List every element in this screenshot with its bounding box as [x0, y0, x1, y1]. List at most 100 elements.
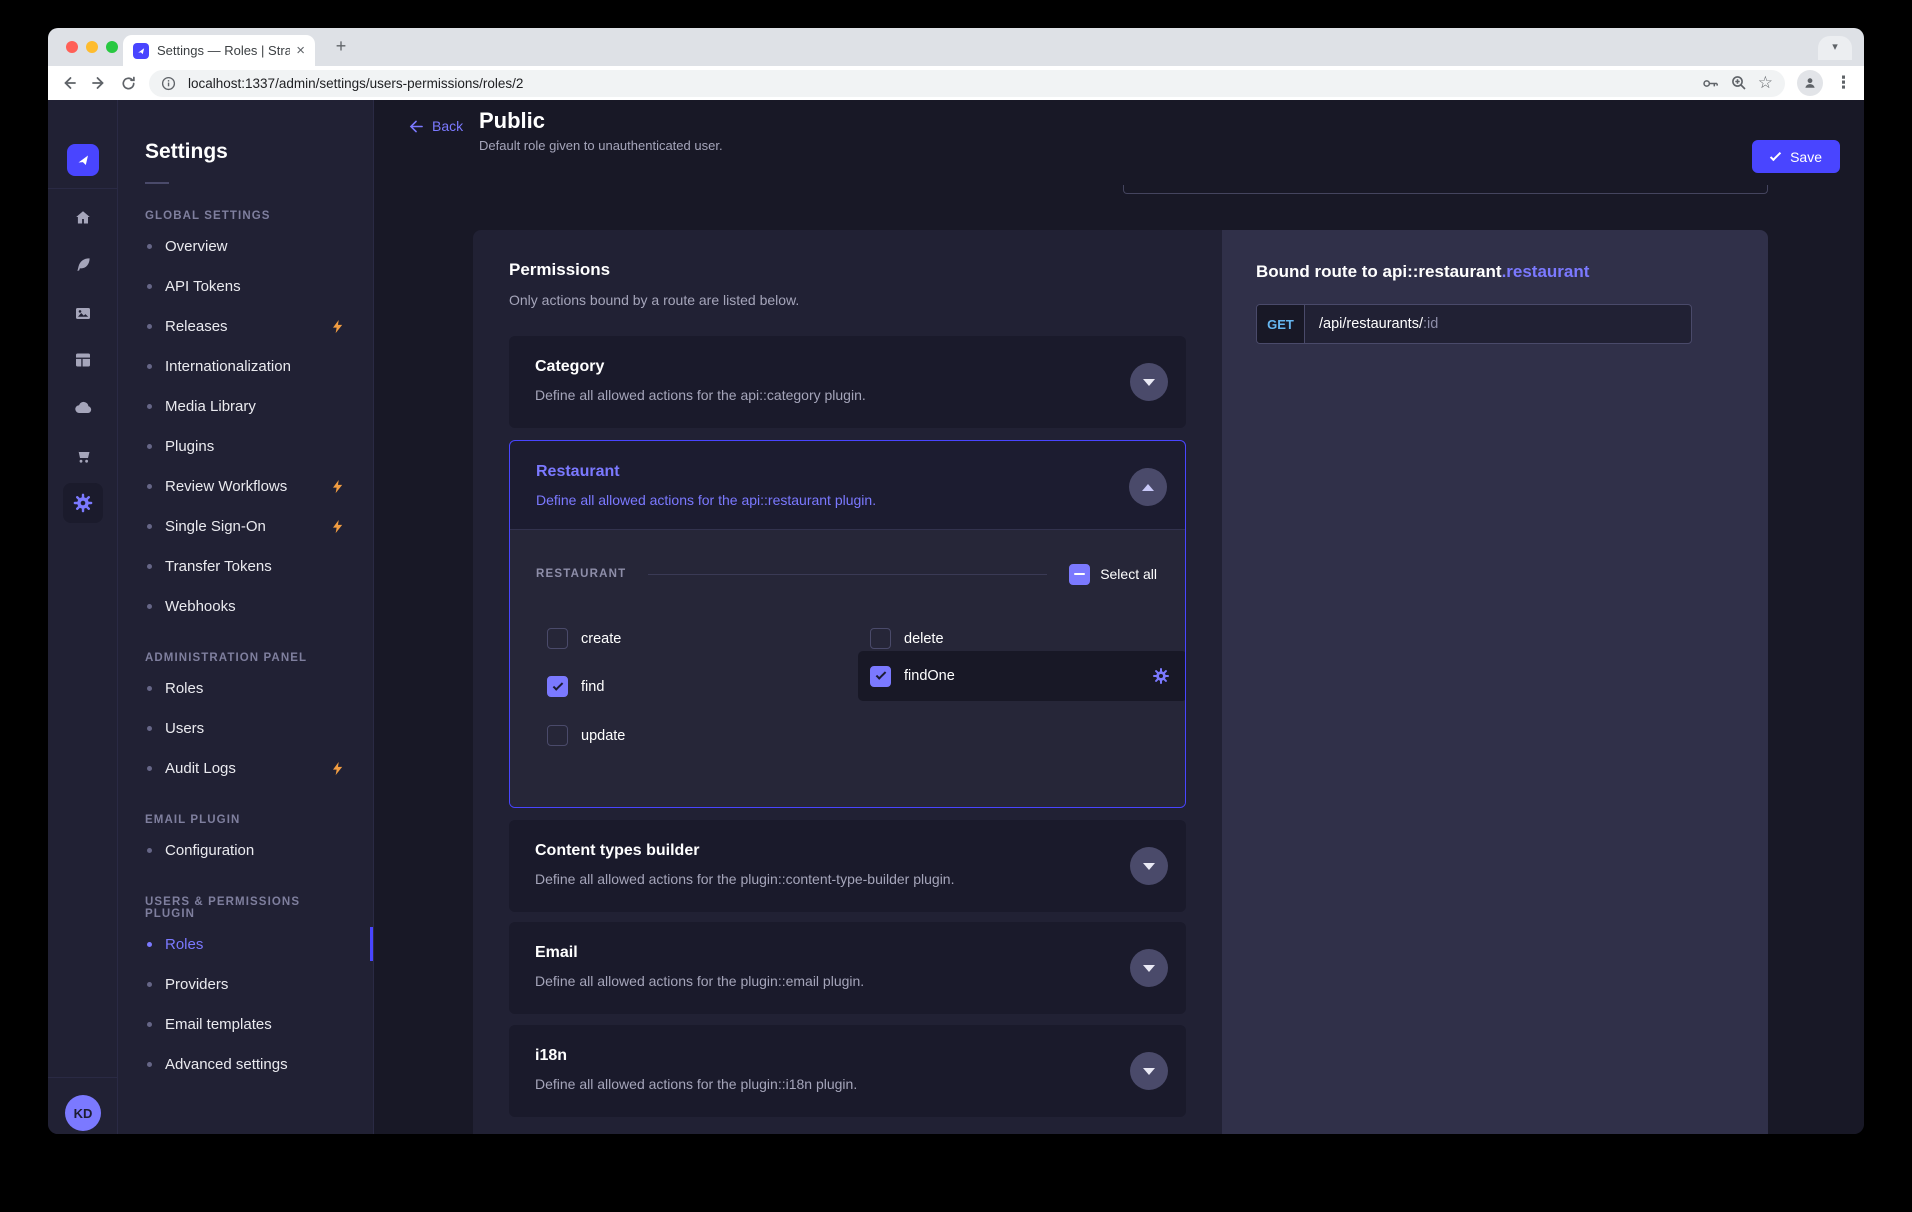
browser-menu-kebab-icon[interactable]: ⋮: [1835, 73, 1852, 93]
new-tab-button[interactable]: +: [328, 34, 354, 60]
rail-divider: [48, 188, 117, 189]
sidebar-item-internationalization[interactable]: Internationalization: [145, 346, 349, 386]
bullet-icon: [147, 244, 152, 249]
bound-route-title: Bound route to api::restaurant.restauran…: [1256, 262, 1734, 282]
advanced-settings-cog-icon[interactable]: [1151, 666, 1171, 686]
section-label-email-plugin: EMAIL PLUGIN: [145, 814, 349, 826]
sidebar-item-api-tokens[interactable]: API Tokens: [145, 266, 349, 306]
bound-route-panel: Bound route to api::restaurant.restauran…: [1222, 230, 1768, 1134]
permission-row-findone-selected[interactable]: findOne: [858, 651, 1186, 701]
address-bar[interactable]: localhost:1337/admin/settings/users-perm…: [149, 70, 1785, 97]
forward-nav-icon[interactable]: [90, 74, 108, 92]
content-manager-feather-icon[interactable]: [48, 254, 118, 276]
update-checkbox[interactable]: [547, 725, 568, 746]
sidebar-item-audit-logs[interactable]: Audit Logs: [145, 748, 349, 788]
delete-checkbox[interactable]: [870, 628, 891, 649]
expand-toggle-button[interactable]: [1130, 847, 1168, 885]
sidebar-item-configuration[interactable]: Configuration: [145, 830, 349, 870]
bullet-icon: [147, 604, 152, 609]
bullet-icon: [147, 726, 152, 731]
findone-checkbox[interactable]: [870, 666, 891, 687]
expand-toggle-button[interactable]: [1130, 1052, 1168, 1090]
sidebar-item-users[interactable]: Users: [145, 708, 349, 748]
sidebar-item-releases[interactable]: Releases: [145, 306, 349, 346]
accordion-email[interactable]: Email Define all allowed actions for the…: [509, 922, 1186, 1014]
page-subtitle: Default role given to unauthenticated us…: [479, 138, 723, 153]
media-library-icon[interactable]: [48, 302, 118, 324]
home-icon[interactable]: [48, 207, 118, 229]
user-avatar[interactable]: KD: [65, 1095, 101, 1131]
restaurant-group-row: RESTAURANT Select all: [536, 562, 1157, 586]
expand-toggle-button[interactable]: [1130, 949, 1168, 987]
sidebar-item-single-sign-on[interactable]: Single Sign-On: [145, 506, 349, 546]
chevron-down-icon: [1143, 965, 1155, 972]
reload-icon[interactable]: [120, 75, 137, 92]
accordion-i18n[interactable]: i18n Define all allowed actions for the …: [509, 1025, 1186, 1117]
expand-toggle-button[interactable]: [1130, 363, 1168, 401]
flash-icon: [330, 319, 345, 334]
minimize-window-button[interactable]: [86, 41, 98, 53]
chevron-down-icon: [1143, 1068, 1155, 1075]
browser-tab[interactable]: Settings — Roles | Strapi ×: [123, 35, 315, 66]
section-label-global-settings: GLOBAL SETTINGS: [145, 210, 349, 222]
accordion-category[interactable]: Category Define all allowed actions for …: [509, 336, 1186, 428]
password-key-icon[interactable]: [1701, 74, 1720, 93]
collapse-toggle-button[interactable]: [1129, 468, 1167, 506]
chevron-down-icon: [1143, 863, 1155, 870]
browser-profile-avatar[interactable]: [1797, 70, 1823, 96]
accordion-content-types-builder[interactable]: Content types builder Define all allowed…: [509, 820, 1186, 912]
settings-gear-icon[interactable]: [63, 483, 103, 523]
page-header: Back Public Default role given to unauth…: [374, 100, 1864, 185]
tab-close-icon[interactable]: ×: [296, 42, 305, 59]
create-checkbox[interactable]: [547, 628, 568, 649]
select-all-label[interactable]: Select all: [1100, 566, 1157, 582]
sidebar-item-admin-roles[interactable]: Roles: [145, 668, 349, 708]
bullet-icon: [147, 942, 152, 947]
accordion-restaurant[interactable]: Restaurant Define all allowed actions fo…: [509, 440, 1186, 808]
bullet-icon: [147, 524, 152, 529]
find-checkbox[interactable]: [547, 676, 568, 697]
sidebar-item-plugins[interactable]: Plugins: [145, 426, 349, 466]
tab-search-chevron-icon[interactable]: ▾: [1818, 36, 1852, 60]
close-window-button[interactable]: [66, 41, 78, 53]
sidebar-item-providers[interactable]: Providers: [145, 964, 349, 1004]
sidebar-item-overview[interactable]: Overview: [145, 226, 349, 266]
sidebar-item-review-workflows[interactable]: Review Workflows: [145, 466, 349, 506]
zoom-page-icon[interactable]: [1730, 74, 1748, 92]
save-button[interactable]: Save: [1752, 140, 1840, 173]
route-display: GET /api/restaurants/:id: [1256, 304, 1692, 344]
sidebar-item-transfer-tokens[interactable]: Transfer Tokens: [145, 546, 349, 586]
sidebar-item-webhooks[interactable]: Webhooks: [145, 586, 349, 626]
tab-title: Settings — Roles | Strapi: [157, 43, 290, 58]
content-type-builder-icon[interactable]: [48, 349, 118, 371]
sidebar-item-media-library[interactable]: Media Library: [145, 386, 349, 426]
select-all-checkbox[interactable]: [1069, 564, 1090, 585]
back-link[interactable]: Back: [409, 118, 463, 134]
check-icon: [1770, 149, 1781, 160]
strapi-logo[interactable]: [67, 144, 99, 176]
permission-row-create: create: [547, 628, 621, 649]
site-info-icon[interactable]: [161, 76, 176, 91]
section-label-administration-panel: ADMINISTRATION PANEL: [145, 652, 349, 664]
marketplace-cart-icon[interactable]: [48, 445, 118, 467]
permissions-title: Permissions: [509, 260, 610, 280]
bullet-icon: [147, 364, 152, 369]
bullet-icon: [147, 766, 152, 771]
check-icon: [875, 669, 886, 680]
indeterminate-dash-icon: [1074, 573, 1085, 576]
back-nav-icon[interactable]: [60, 74, 78, 92]
route-param: :id: [1423, 316, 1438, 332]
sidebar-item-email-templates[interactable]: Email templates: [145, 1004, 349, 1044]
bullet-icon: [147, 1062, 152, 1067]
sidebar-item-up-roles[interactable]: Roles: [145, 924, 349, 964]
bookmark-star-icon[interactable]: ☆: [1758, 73, 1773, 93]
tab-strip: Settings — Roles | Strapi × + ▾: [48, 28, 1864, 66]
bullet-icon: [147, 686, 152, 691]
cloud-deploy-icon[interactable]: [48, 397, 118, 419]
zoom-window-button[interactable]: [106, 41, 118, 53]
sidebar-item-advanced-settings[interactable]: Advanced settings: [145, 1044, 349, 1084]
back-arrow-icon: [409, 120, 424, 133]
main-nav-rail: KD: [48, 100, 118, 1134]
permissions-subtitle: Only actions bound by a route are listed…: [509, 292, 799, 308]
settings-subnav: Settings GLOBAL SETTINGS Overview API To…: [118, 100, 374, 1134]
